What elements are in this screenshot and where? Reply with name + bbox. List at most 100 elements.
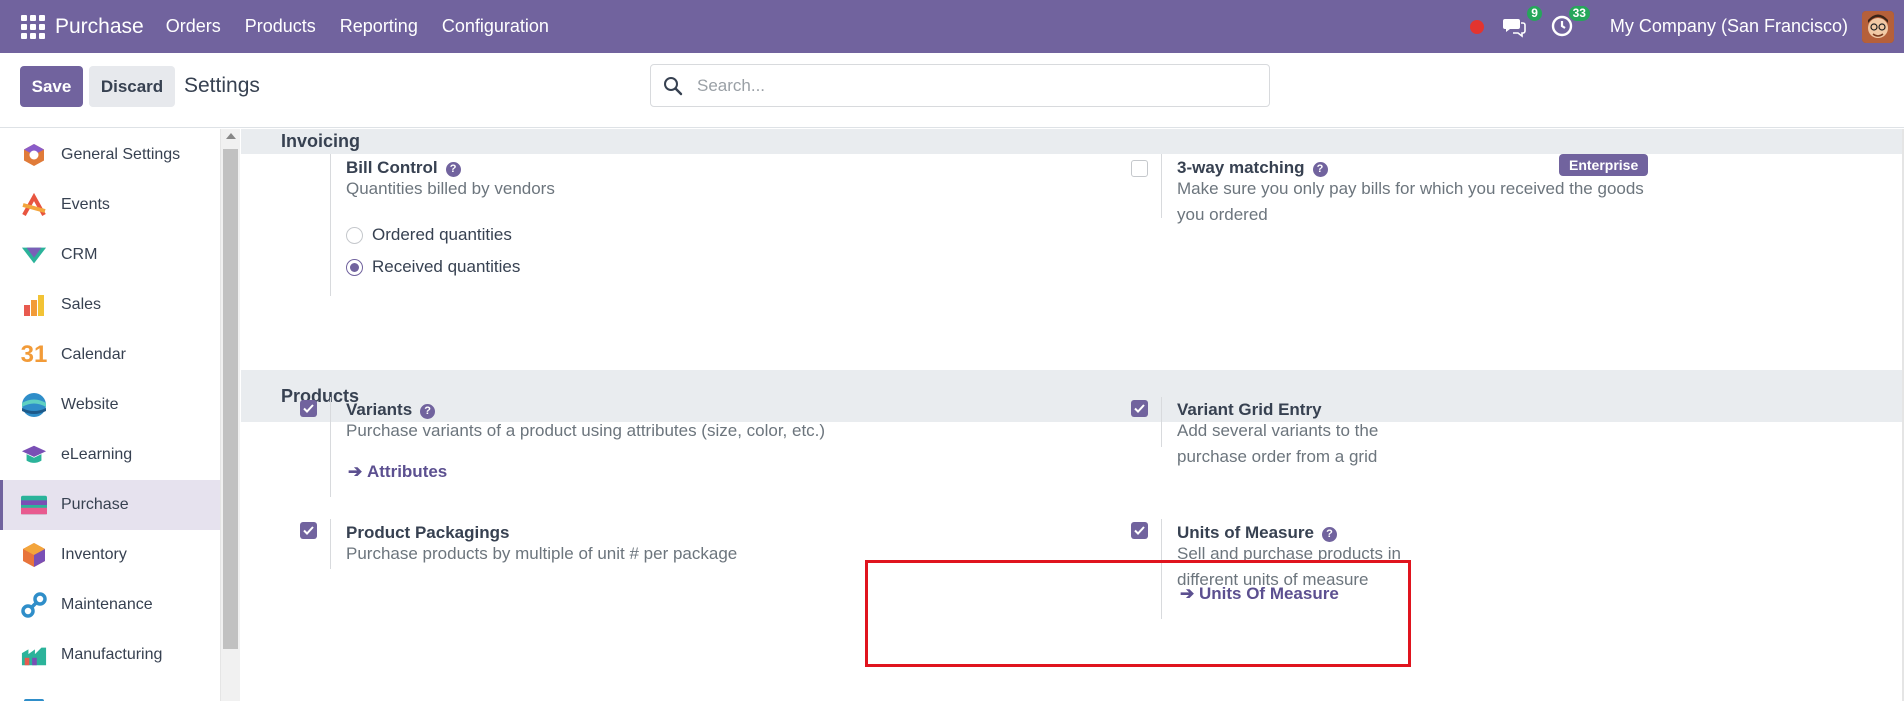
sidebar-item-label: Website (61, 396, 119, 413)
save-button[interactable]: Save (20, 66, 83, 107)
setting-bill-control: Bill Control? Quantities billed by vendo… (241, 154, 861, 299)
setting-description: Purchase products by multiple of unit # … (346, 544, 738, 563)
sidebar-item-label: Manufacturing (61, 646, 163, 663)
help-icon[interactable]: ? (1321, 526, 1337, 542)
setting-divider (330, 397, 331, 497)
events-icon (21, 192, 47, 218)
highlight-box (865, 560, 1411, 667)
scroll-up-arrow-icon[interactable] (226, 133, 236, 139)
setting-three-way-matching: 3-way matching? Enterprise Make sure you… (831, 154, 1649, 224)
manufacturing-icon (21, 642, 47, 668)
arrow-right-icon: ➔ (348, 462, 363, 481)
sidebar-item-maintenance[interactable]: Maintenance (0, 580, 220, 630)
general-settings-icon (21, 142, 47, 168)
activities-button[interactable]: 33 (1550, 5, 1590, 40)
sidebar-item-label: eLearning (61, 446, 133, 463)
setting-divider (330, 519, 331, 569)
setting-divider (1161, 397, 1162, 447)
radio-ordered-quantities[interactable]: Ordered quantities (346, 225, 512, 245)
attributes-link[interactable]: ➔ Attributes (348, 462, 447, 482)
checkmark-icon (303, 526, 314, 535)
search-input[interactable] (697, 75, 1237, 96)
purchase-icon (21, 492, 47, 518)
help-icon[interactable]: ? (420, 403, 436, 419)
messages-button[interactable]: 9 (1502, 5, 1542, 40)
menu-configuration[interactable]: Configuration (442, 16, 549, 37)
setting-variant-grid-entry: Variant Grid Entry Add several variants … (831, 372, 1451, 466)
sidebar-item-calendar[interactable]: 31 Calendar (0, 330, 220, 380)
chat-icon (1502, 18, 1526, 38)
desc-line: Make sure you only pay bills for which y… (1177, 179, 1644, 198)
help-icon[interactable]: ? (1312, 161, 1328, 177)
setting-product-packagings: Product Packagings Purchase products by … (241, 494, 861, 574)
sidebar-item-website[interactable]: Website (0, 380, 220, 430)
variants-title: Variants (346, 400, 413, 419)
setting-title: Bill Control? (346, 158, 461, 178)
menu-products[interactable]: Products (245, 16, 316, 37)
three-way-title: 3-way matching (1177, 158, 1305, 177)
control-panel: Save Discard Settings (0, 53, 1904, 128)
packagings-checkbox[interactable] (300, 522, 317, 539)
activities-badge: 33 (1568, 5, 1590, 21)
maintenance-icon (21, 592, 47, 618)
apps-menu-icon[interactable] (21, 14, 45, 39)
sidebar-item-events[interactable]: Events (0, 180, 220, 230)
sidebar-item-general-settings[interactable]: General Settings (0, 130, 220, 180)
sidebar-item-label: Events (61, 196, 110, 213)
page-title: Settings (184, 74, 260, 97)
radio-label: Received quantities (372, 257, 521, 276)
help-icon[interactable]: ? (445, 161, 461, 177)
sidebar-item-label: Sales (61, 296, 102, 313)
radio-label: Ordered quantities (372, 225, 512, 244)
setting-title: Product Packagings (346, 523, 510, 542)
sidebar-item-manufacturing[interactable]: Manufacturing (0, 630, 220, 680)
crm-icon (21, 242, 47, 268)
top-navbar: Purchase Orders Products Reporting Confi… (0, 0, 1904, 53)
sidebar-item-label: General Settings (61, 146, 181, 163)
search-icon (664, 76, 683, 95)
uom-checkbox[interactable] (1131, 522, 1148, 539)
setting-title: 3-way matching? (1177, 158, 1328, 178)
user-avatar[interactable] (1862, 10, 1894, 43)
sales-icon (21, 292, 47, 318)
sidebar-item-crm[interactable]: CRM (0, 230, 220, 280)
checkmark-icon (1134, 526, 1145, 535)
sidebar-item-label: Maintenance (61, 596, 153, 613)
logistics-icon (21, 692, 47, 701)
variant-grid-checkbox[interactable] (1131, 400, 1148, 417)
menu-reporting[interactable]: Reporting (340, 16, 418, 37)
three-way-checkbox[interactable] (1131, 160, 1148, 177)
setting-title: Variant Grid Entry (1177, 400, 1322, 419)
setting-title: Units of Measure? (1177, 523, 1337, 543)
link-label: Attributes (366, 462, 448, 481)
setting-title: Variants? (346, 400, 436, 420)
radio-button[interactable] (346, 226, 363, 244)
enterprise-badge: Enterprise (1559, 154, 1649, 176)
radio-button[interactable] (346, 258, 363, 276)
menu-orders[interactable]: Orders (166, 16, 221, 37)
sidebar-item-inventory[interactable]: Inventory (0, 530, 220, 580)
variants-checkbox[interactable] (300, 400, 317, 417)
setting-divider (330, 154, 331, 296)
sidebar-item-label: CRM (61, 246, 98, 263)
inventory-icon (21, 542, 47, 568)
discard-button[interactable]: Discard (89, 66, 175, 107)
sidebar-item-partial[interactable] (0, 680, 220, 701)
sidebar-item-elearning[interactable]: eLearning (0, 430, 220, 480)
setting-description: Purchase variants of a product using att… (346, 421, 826, 440)
search-bar[interactable] (650, 64, 1270, 107)
sidebar-scrollbar[interactable] (220, 129, 240, 701)
app-name[interactable]: Purchase (55, 15, 144, 39)
checkmark-icon (1134, 404, 1145, 413)
sidebar-scroll-thumb[interactable] (223, 149, 238, 649)
recording-icon[interactable] (1469, 19, 1484, 34)
sidebar-item-sales[interactable]: Sales (0, 280, 220, 330)
setting-divider (1161, 154, 1162, 218)
bill-control-title: Bill Control (346, 158, 438, 177)
sidebar-item-purchase[interactable]: Purchase (0, 480, 220, 530)
company-switcher[interactable]: My Company (San Francisco) (1610, 16, 1848, 37)
setting-variants: Variants? Purchase variants of a product… (241, 372, 861, 512)
radio-received-quantities[interactable]: Received quantities (346, 257, 520, 277)
setting-description: Make sure you only pay bills for which y… (1177, 176, 1697, 228)
navbar-right: 9 33 My Company (San Francisco) (1469, 0, 1904, 53)
